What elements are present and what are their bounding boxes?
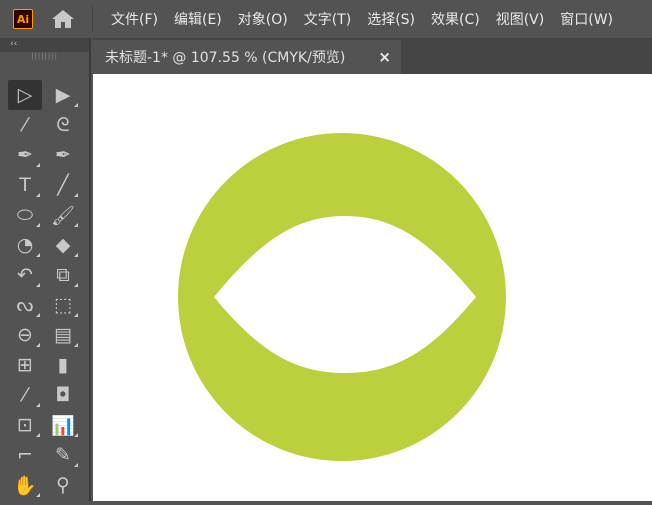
selection-tool-button[interactable]: ▷ bbox=[8, 80, 42, 110]
column-graph-tool-icon: 📊 bbox=[51, 414, 75, 437]
artboard-canvas[interactable] bbox=[93, 74, 652, 501]
menu-item[interactable]: 对象(O) bbox=[230, 9, 296, 29]
eyedropper-tool-icon: ⁄ bbox=[23, 384, 27, 406]
document-tab-bar: 未标题-1* @ 107.55 % (CMYK/预览) × bbox=[93, 38, 652, 74]
home-icon[interactable] bbox=[51, 9, 75, 29]
collapse-panel-button[interactable]: ‹‹ bbox=[0, 38, 89, 52]
blend-tool-icon: ◘ bbox=[55, 384, 71, 406]
puppet-warp-tool-icon: ᔓ bbox=[16, 294, 34, 316]
document-tab[interactable]: 未标题-1* @ 107.55 % (CMYK/预览) × bbox=[93, 40, 401, 74]
lasso-tool-icon: ᘓ bbox=[56, 114, 70, 136]
artboard-tool-button[interactable]: ⌐ bbox=[8, 440, 42, 470]
menu-item[interactable]: 视图(V) bbox=[488, 9, 553, 29]
ring-eye-shape[interactable] bbox=[178, 133, 506, 461]
type-tool-icon: T bbox=[19, 174, 31, 196]
direct-selection-tool-icon: ▶ bbox=[55, 84, 71, 106]
selection-tool-icon: ▷ bbox=[17, 84, 33, 106]
shape-builder-tool-button[interactable]: ⊖ bbox=[8, 320, 42, 350]
menu-item[interactable]: 选择(S) bbox=[359, 9, 423, 29]
curvature-tool-button[interactable]: ✒ bbox=[46, 140, 80, 170]
document-tab-title: 未标题-1* @ 107.55 % (CMYK/预览) bbox=[105, 50, 346, 66]
shape-builder-tool-icon: ⊖ bbox=[17, 324, 33, 346]
menu-item[interactable]: 编辑(E) bbox=[166, 9, 230, 29]
pen-tool-icon: ✒ bbox=[17, 144, 33, 166]
eraser-tool-icon: ◆ bbox=[55, 234, 71, 256]
tool-grid: ▷ ▶ ⁄ ᘓ ✒ ✒ T ╱ ⬭ 🖌 ◔ ◆ ↶ ⧉ ᔓ ⬚ ⊖ ▤ ⊞ ▮ ⁄ ◘ ⊡ 📊 ⌐ ✎ ✋ ⚲ bbox=[8, 80, 80, 500]
rotate-tool-button[interactable]: ↶ bbox=[8, 260, 42, 290]
eraser-tool-button[interactable]: ◆ bbox=[46, 230, 80, 260]
app-logo[interactable]: Ai bbox=[13, 9, 33, 29]
shaper-tool-button[interactable]: ◔ bbox=[8, 230, 42, 260]
menu-item[interactable]: 文字(T) bbox=[296, 9, 359, 29]
perspective-grid-tool-icon: ▤ bbox=[54, 324, 72, 346]
menu-item[interactable]: 文件(F) bbox=[103, 9, 166, 29]
direct-selection-tool-button[interactable]: ▶ bbox=[46, 80, 80, 110]
mesh-tool-icon: ⊞ bbox=[17, 354, 33, 376]
close-tab-icon[interactable]: × bbox=[378, 48, 391, 66]
line-tool-icon: ╱ bbox=[57, 174, 69, 196]
hand-tool-button[interactable]: ✋ bbox=[8, 470, 42, 500]
puppet-warp-tool-button[interactable]: ᔓ bbox=[8, 290, 42, 320]
blend-tool-button[interactable]: ◘ bbox=[46, 380, 80, 410]
artboard-tool-icon: ⌐ bbox=[17, 444, 33, 466]
perspective-grid-tool-button[interactable]: ▤ bbox=[46, 320, 80, 350]
panel-grip[interactable]: |||||||| bbox=[0, 52, 89, 64]
zoom-tool-icon: ⚲ bbox=[56, 474, 70, 496]
zoom-tool-button[interactable]: ⚲ bbox=[46, 470, 80, 500]
line-tool-button[interactable]: ╱ bbox=[46, 170, 80, 200]
shaper-tool-icon: ◔ bbox=[16, 234, 34, 256]
tools-panel: ‹‹ |||||||| ▷ ▶ ⁄ ᘓ ✒ ✒ T ╱ ⬭ 🖌 ◔ ◆ ↶ ⧉ ᔓ ⬚ ⊖ ▤ ⊞ ▮ ⁄ ◘ ⊡ 📊 ⌐ ✎ ✋ ⚲ bbox=[0, 38, 91, 501]
symbol-sprayer-tool-icon: ⊡ bbox=[17, 414, 33, 436]
magic-wand-tool-icon: ⁄ bbox=[23, 114, 27, 136]
paintbrush-tool-button[interactable]: 🖌 bbox=[46, 200, 80, 230]
free-transform-tool-icon: ⬚ bbox=[54, 294, 72, 316]
menu-bar: Ai 文件(F) 编辑(E) 对象(O) 文字(T) 选择(S) 效果(C) 视图(V) 窗口… bbox=[0, 0, 652, 38]
paintbrush-tool-icon: 🖌 bbox=[50, 204, 76, 227]
slice-tool-icon: ✎ bbox=[55, 444, 71, 466]
gradient-tool-icon: ▮ bbox=[57, 354, 69, 376]
gradient-tool-button[interactable]: ▮ bbox=[46, 350, 80, 380]
ellipse-tool-icon: ⬭ bbox=[16, 204, 34, 226]
artwork bbox=[178, 133, 506, 461]
scale-tool-icon: ⧉ bbox=[56, 264, 70, 286]
divider bbox=[92, 6, 93, 32]
ellipse-tool-button[interactable]: ⬭ bbox=[8, 200, 42, 230]
pen-tool-button[interactable]: ✒ bbox=[8, 140, 42, 170]
rotate-tool-icon: ↶ bbox=[17, 264, 33, 286]
hand-tool-icon: ✋ bbox=[13, 474, 37, 497]
mesh-tool-button[interactable]: ⊞ bbox=[8, 350, 42, 380]
column-graph-tool-button[interactable]: 📊 bbox=[46, 410, 80, 440]
lasso-tool-button[interactable]: ᘓ bbox=[46, 110, 80, 140]
menu-item[interactable]: 效果(C) bbox=[423, 9, 488, 29]
scale-tool-button[interactable]: ⧉ bbox=[46, 260, 80, 290]
menu-item[interactable]: 窗口(W) bbox=[552, 9, 621, 29]
curvature-tool-icon: ✒ bbox=[55, 144, 71, 166]
magic-wand-tool-button[interactable]: ⁄ bbox=[8, 110, 42, 140]
type-tool-button[interactable]: T bbox=[8, 170, 42, 200]
eyedropper-tool-button[interactable]: ⁄ bbox=[8, 380, 42, 410]
symbol-sprayer-tool-button[interactable]: ⊡ bbox=[8, 410, 42, 440]
slice-tool-button[interactable]: ✎ bbox=[46, 440, 80, 470]
free-transform-tool-button[interactable]: ⬚ bbox=[46, 290, 80, 320]
